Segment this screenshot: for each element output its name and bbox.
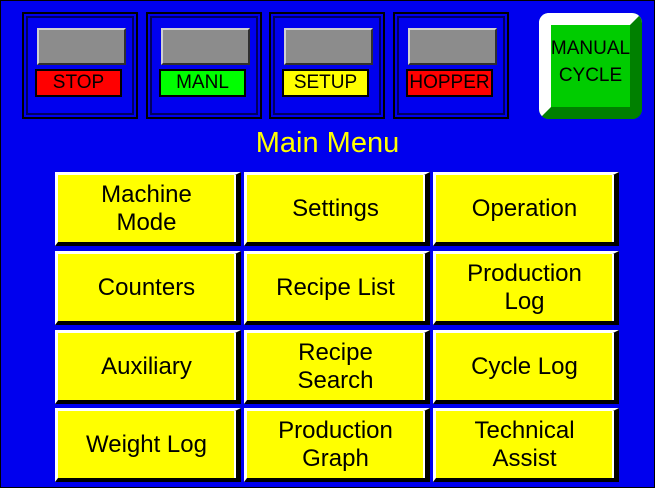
- status-label-stop: STOP: [35, 69, 122, 97]
- production-graph-button[interactable]: Production Graph: [244, 408, 430, 482]
- auxiliary-button[interactable]: Auxiliary: [55, 330, 241, 404]
- cycle-log-label: Cycle Log: [471, 352, 578, 380]
- weight-log-button[interactable]: Weight Log: [55, 408, 241, 482]
- production-graph-label: Production Graph: [278, 416, 393, 472]
- cycle-log-button[interactable]: Cycle Log: [433, 330, 619, 404]
- machine-mode-button[interactable]: Machine Mode: [55, 172, 241, 246]
- recipe-search-button[interactable]: Recipe Search: [244, 330, 430, 404]
- recipe-list-button[interactable]: Recipe List: [244, 251, 430, 325]
- page-title: Main Menu: [255, 127, 400, 159]
- status-label-hopper: HOPPER: [406, 69, 493, 97]
- status-indicator-manl: MANL: [146, 12, 262, 119]
- recipe-search-label: Recipe Search: [297, 338, 374, 394]
- status-lamp-hopper: [408, 28, 497, 65]
- weight-log-label: Weight Log: [86, 430, 207, 458]
- technical-assist-button[interactable]: Technical Assist: [433, 408, 619, 482]
- auxiliary-label: Auxiliary: [101, 352, 192, 380]
- production-log-button[interactable]: Production Log: [433, 251, 619, 325]
- counters-label: Counters: [97, 273, 196, 301]
- status-indicator-setup: SETUP: [269, 12, 385, 119]
- status-lamp-manl: [161, 28, 250, 65]
- operation-label: Operation: [471, 194, 578, 222]
- production-log-label: Production Log: [467, 259, 582, 315]
- operation-button[interactable]: Operation: [433, 172, 619, 246]
- counters-button[interactable]: Counters: [55, 251, 241, 325]
- technical-assist-label: Technical Assist: [474, 416, 575, 472]
- recipe-list-label: Recipe List: [276, 273, 395, 301]
- status-indicator-hopper: HOPPER: [393, 12, 509, 119]
- status-lamp-stop: [37, 28, 126, 65]
- status-label-manl: MANL: [159, 69, 246, 97]
- status-label-setup: SETUP: [282, 69, 369, 97]
- manual-cycle-label-line2: CYCLE: [558, 65, 623, 86]
- manual-cycle-label-line1: MANUAL: [550, 38, 631, 59]
- status-lamp-setup: [284, 28, 373, 65]
- settings-label: Settings: [292, 194, 379, 222]
- settings-button[interactable]: Settings: [244, 172, 430, 246]
- machine-mode-label: Machine Mode: [101, 180, 192, 236]
- hmi-screen: STOP MANL SETUP HOPPER MANUAL CYCLE Main…: [0, 0, 655, 488]
- manual-cycle-button[interactable]: MANUAL CYCLE: [539, 13, 642, 119]
- status-indicator-stop: STOP: [22, 12, 138, 119]
